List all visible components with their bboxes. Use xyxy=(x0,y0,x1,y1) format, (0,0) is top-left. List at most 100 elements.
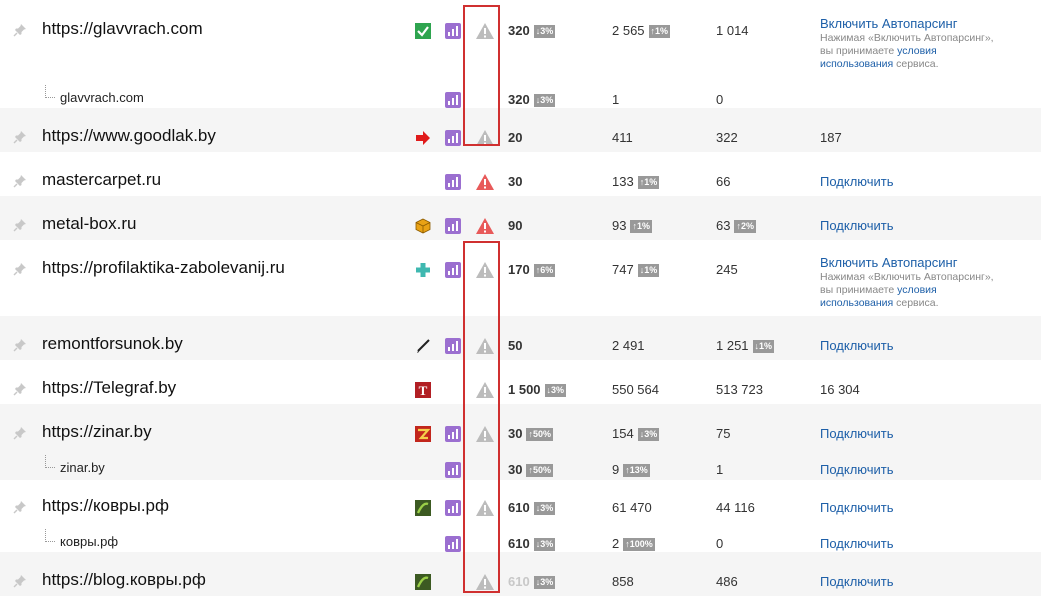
sqi-cell-value: 170 xyxy=(508,262,530,277)
sqi-cell: 30 xyxy=(508,174,522,189)
subsite-title[interactable]: glavvrach.com xyxy=(60,90,144,105)
indexed-cell: 486 xyxy=(716,574,738,589)
indexed-cell-value: 245 xyxy=(716,262,738,277)
enable-autoparsing-link[interactable]: Включить Автопарсинг xyxy=(820,255,1020,271)
enable-autoparsing-link[interactable]: Включить Автопарсинг xyxy=(820,16,1020,32)
site-title[interactable]: mastercarpet.ru xyxy=(42,170,161,190)
change-badge: ↓3% xyxy=(533,576,556,589)
terms-link[interactable]: условия xyxy=(897,45,937,57)
metrica-icon[interactable] xyxy=(445,92,461,108)
metrica-icon[interactable] xyxy=(445,462,461,478)
highlight-box xyxy=(463,5,500,146)
pages-cell-value: 2 491 xyxy=(612,338,645,353)
extra-cell: 16 304 xyxy=(820,382,860,397)
indexed-cell-value: 75 xyxy=(716,426,731,441)
metrica-icon[interactable] xyxy=(445,218,461,234)
sqi-cell-value: 50 xyxy=(508,338,523,353)
pin-icon[interactable] xyxy=(13,23,27,37)
change-badge: ↑1% xyxy=(637,176,660,189)
indexed-cell-value: 513 723 xyxy=(716,382,763,397)
change-badge: ↓1% xyxy=(637,264,660,277)
site-row: metal-box.ru 90 93 ↑1% 63 ↑2% Подключить xyxy=(0,196,1041,240)
connect-link[interactable]: Подключить xyxy=(820,574,894,589)
sqi-cell: 90 xyxy=(508,218,522,233)
pages-cell: 9 ↑13% xyxy=(612,462,650,477)
site-title[interactable]: https://profilaktika-zabolevanij.ru xyxy=(42,258,285,278)
red-arrow-icon xyxy=(415,130,431,146)
sqi-cell: 20 xyxy=(508,130,522,145)
pin-icon[interactable] xyxy=(13,500,27,514)
change-badge: ↑50% xyxy=(526,428,553,441)
sqi-cell-value: 320 xyxy=(508,92,530,107)
metrica-icon[interactable] xyxy=(445,130,461,146)
indexed-cell-value: 0 xyxy=(716,536,724,551)
terms-link[interactable]: использования xyxy=(820,58,893,70)
metrica-icon[interactable] xyxy=(445,426,461,442)
connect-link[interactable]: Подключить xyxy=(820,536,894,551)
sqi-cell-value: 90 xyxy=(508,218,523,233)
site-title[interactable]: metal-box.ru xyxy=(42,214,136,234)
autoparsing-note: Нажимая «Включить Автопарсинг», xyxy=(820,271,994,283)
site-title[interactable]: https://blog.ковры.рф xyxy=(42,570,206,590)
autoparsing-note: использования сервиса. xyxy=(820,58,1020,71)
site-title[interactable]: https://Telegraf.by xyxy=(42,378,176,398)
metrica-icon[interactable] xyxy=(445,500,461,516)
pages-cell: 154 ↓3% xyxy=(612,426,660,441)
pages-cell: 1 xyxy=(612,92,619,107)
pages-cell-value: 133 xyxy=(612,174,634,189)
sqi-cell-value: 20 xyxy=(508,130,523,145)
metrica-icon[interactable] xyxy=(445,338,461,354)
terms-link[interactable]: условия xyxy=(897,284,937,296)
pin-icon[interactable] xyxy=(13,574,27,588)
metrica-icon[interactable] xyxy=(445,536,461,552)
site-row: https://zinar.by 30 ↑50% 154 ↓3% 75 Подключить xyxy=(0,404,1041,444)
indexed-cell: 63 ↑2% xyxy=(716,218,756,233)
sqi-cell: 610 ↓3% xyxy=(508,574,556,589)
sqi-cell: 320 ↓3% xyxy=(508,92,556,107)
indexed-cell: 1 014 xyxy=(716,23,749,38)
subsite-title[interactable]: ковры.рф xyxy=(60,534,118,549)
pin-icon[interactable] xyxy=(13,130,27,144)
sqi-cell: 30 ↑50% xyxy=(508,462,553,477)
note-text: вы принимаете xyxy=(820,45,895,57)
warning-icon[interactable] xyxy=(475,173,495,191)
site-title[interactable]: remontforsunok.by xyxy=(42,334,183,354)
sqi-cell-value: 30 xyxy=(508,462,523,477)
metrica-icon[interactable] xyxy=(445,262,461,278)
pin-icon[interactable] xyxy=(13,174,27,188)
letter-t-icon: T xyxy=(415,382,431,398)
site-title[interactable]: https://ковры.рф xyxy=(42,496,169,516)
site-row: https://ковры.рф 610 ↓3% 61 470 44 116 Подклю… xyxy=(0,480,1041,518)
extra-cell: 187 xyxy=(820,130,842,145)
site-title[interactable]: https://zinar.by xyxy=(42,422,152,442)
site-title[interactable]: https://glavvrach.com xyxy=(42,19,203,39)
site-title[interactable]: https://www.goodlak.by xyxy=(42,126,216,146)
site-row: https://profilaktika-zabolevanij.ru 170 ↑6… xyxy=(0,240,1041,316)
connect-link[interactable]: Подключить xyxy=(820,174,894,189)
warning-icon[interactable] xyxy=(475,217,495,235)
pages-cell: 93 ↑1% xyxy=(612,218,652,233)
pages-cell-value: 858 xyxy=(612,574,634,589)
metrica-icon[interactable] xyxy=(445,174,461,190)
connect-link[interactable]: Подключить xyxy=(820,500,894,515)
extra-cell-value: 187 xyxy=(820,130,842,145)
checkmark-icon xyxy=(415,23,431,39)
pages-cell-value: 747 xyxy=(612,262,634,277)
pin-icon[interactable] xyxy=(13,262,27,276)
pin-icon[interactable] xyxy=(13,338,27,352)
connect-link[interactable]: Подключить xyxy=(820,426,894,441)
metrica-icon[interactable] xyxy=(445,23,461,39)
connect-link[interactable]: Подключить xyxy=(820,462,894,477)
pages-cell: 61 470 xyxy=(612,500,652,515)
subsite-title[interactable]: zinar.by xyxy=(60,460,105,475)
site-row: https://blog.ковры.рф 610 ↓3% 858 486 Подключ… xyxy=(0,552,1041,596)
sqi-cell-value: 610 xyxy=(508,500,530,515)
indexed-cell-value: 66 xyxy=(716,174,731,189)
pin-icon[interactable] xyxy=(13,426,27,440)
sub-site-row: ковры.рф 610 ↓3% 2 ↑100% 0 Подключить xyxy=(0,518,1041,552)
connect-link[interactable]: Подключить xyxy=(820,338,894,353)
connect-link[interactable]: Подключить xyxy=(820,218,894,233)
pin-icon[interactable] xyxy=(13,218,27,232)
terms-link[interactable]: использования xyxy=(820,297,893,309)
pin-icon[interactable] xyxy=(13,382,27,396)
